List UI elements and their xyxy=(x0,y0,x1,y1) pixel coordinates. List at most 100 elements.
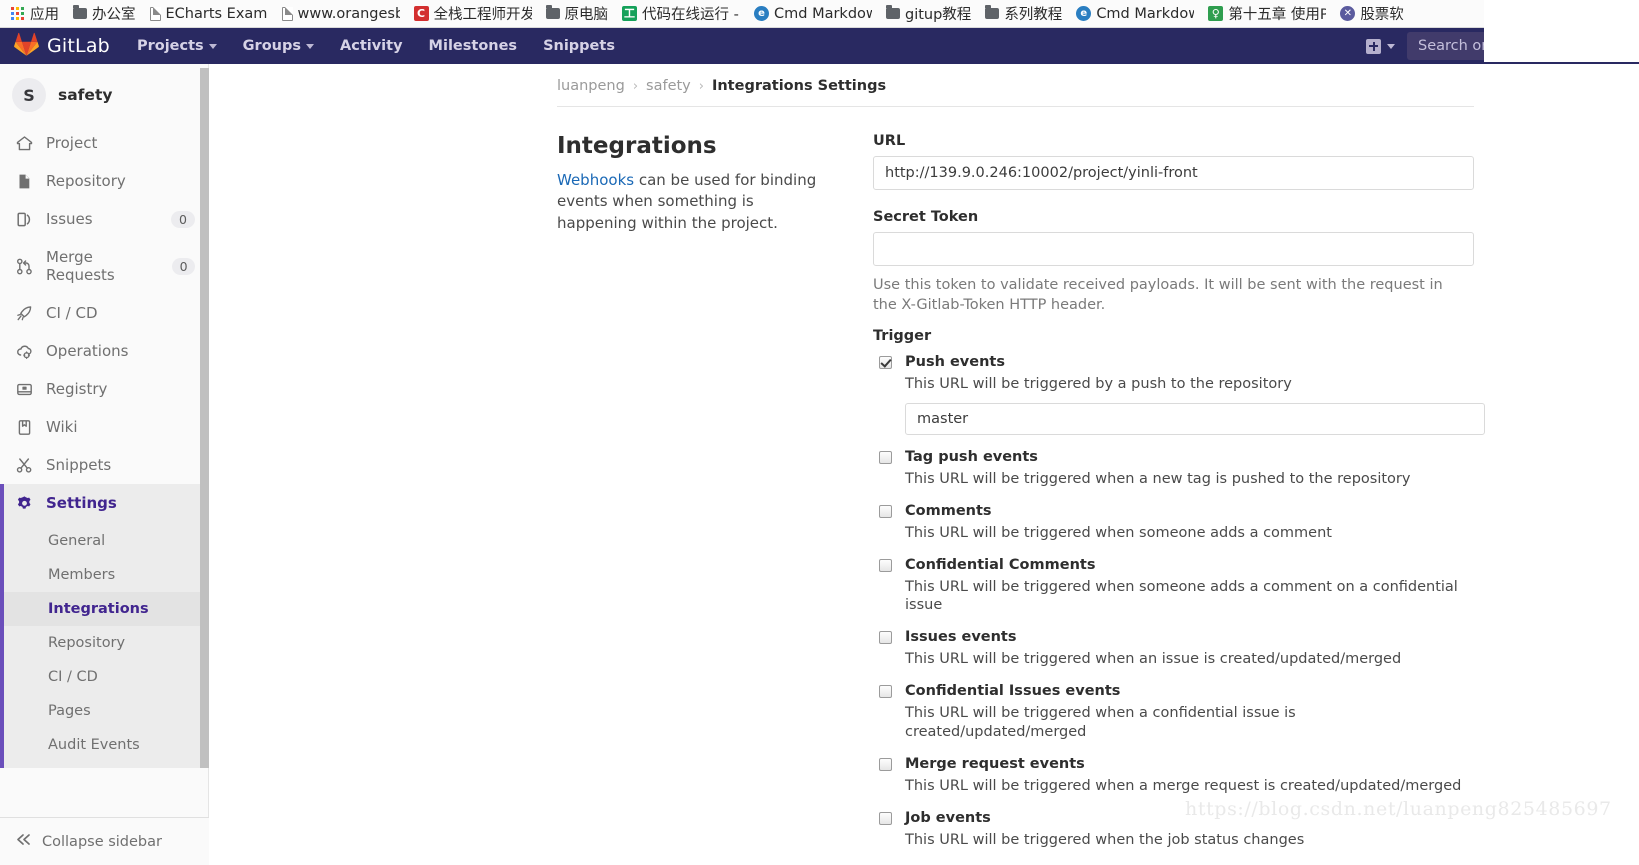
checkbox-merge-request-events[interactable] xyxy=(879,758,892,772)
sidebar-subitem-members[interactable]: Members xyxy=(0,558,209,592)
navbar-link-label: Snippets xyxy=(543,38,615,54)
bookmark-item[interactable]: 系列教程 xyxy=(978,1,1069,26)
url-input[interactable] xyxy=(873,156,1474,190)
checkbox-comments[interactable] xyxy=(879,504,892,518)
trigger-texts: Job events This URL will be triggered whe… xyxy=(905,809,1474,850)
trigger-row: Comments This URL will be triggered when … xyxy=(873,502,1474,543)
sidebar-subitem-ci-cd[interactable]: CI / CD xyxy=(0,660,209,694)
navbar-link-label: Groups xyxy=(242,38,302,54)
bookmark-label: gitup教程 xyxy=(905,7,972,23)
bookmark-label: 代码在线运行 - 在 xyxy=(642,7,740,23)
project-header[interactable]: S safety xyxy=(0,64,209,124)
new-item-button[interactable] xyxy=(1358,33,1403,60)
trigger-row: Issues events This URL will be triggered … xyxy=(873,628,1474,669)
trigger-description: This URL will be triggered when someone … xyxy=(905,578,1458,614)
collapse-sidebar-label: Collapse sidebar xyxy=(42,833,162,850)
bookmark-label: Cmd Markdown xyxy=(1096,5,1194,22)
navbar-link-label: Milestones xyxy=(428,38,518,54)
sidebar-subitem-integrations[interactable]: Integrations xyxy=(0,592,209,626)
bookmark-item[interactable]: ✕ 股票软 xyxy=(1333,1,1411,26)
trigger-row: Confidential Issues events This URL will … xyxy=(873,682,1474,742)
sidebar-item-registry[interactable]: Registry xyxy=(0,370,209,408)
bookmark-item[interactable]: gitup教程 xyxy=(879,1,978,26)
collapse-sidebar-button[interactable]: Collapse sidebar xyxy=(0,817,209,865)
bookmark-item[interactable]: 应用 xyxy=(4,1,66,26)
breadcrumb-item-luanpeng[interactable]: luanpeng xyxy=(557,78,625,94)
checkbox-confidential-comments[interactable] xyxy=(879,558,892,572)
sidebar-item-badge: 0 xyxy=(171,257,195,275)
navbar-links: Projects Groups Activity Milestones Snippets xyxy=(124,30,628,62)
sidebar-subitem-repository[interactable]: Repository xyxy=(0,626,209,660)
sidebar-scrollbar-thumb[interactable] xyxy=(200,68,209,768)
integrations-settings-section: Integrations Webhooks can be used for bi… xyxy=(209,107,1639,865)
checkbox-tag-push-events[interactable] xyxy=(879,450,892,464)
sidebar-item-label: Settings xyxy=(46,494,117,512)
checkbox-job-events[interactable] xyxy=(879,812,892,826)
bookmark-item[interactable]: 办公室 xyxy=(66,1,143,26)
secret-token-input[interactable] xyxy=(873,232,1474,266)
trigger-row: Tag push events This URL will be triggere… xyxy=(873,448,1474,489)
sidebar-item-label: Registry xyxy=(46,380,108,398)
bookmark-item[interactable]: C 全栈工程师开发手 xyxy=(407,1,539,26)
sidebar-subitem-general[interactable]: General xyxy=(0,524,209,558)
sidebar-subitem-audit-events[interactable]: Audit Events xyxy=(0,728,209,762)
file-icon xyxy=(16,173,33,190)
trigger-title[interactable]: Issues events xyxy=(905,628,1474,646)
breadcrumb: luanpeng › safety › Integrations Settings xyxy=(209,64,1639,106)
sidebar-item-wiki[interactable]: Wiki xyxy=(0,408,209,446)
navbar-link-label: Activity xyxy=(340,38,403,54)
breadcrumb-item-safety[interactable]: safety xyxy=(646,78,691,94)
bookmark-item[interactable]: 工代码在线运行 - 在 xyxy=(615,1,747,26)
trigger-title[interactable]: Confidential Comments xyxy=(905,556,1474,574)
navbar-link-snippets[interactable]: Snippets xyxy=(530,30,628,62)
trigger-title[interactable]: Job events xyxy=(905,809,1474,827)
sidebar-item-operations[interactable]: Operations xyxy=(0,332,209,370)
bookmark-item[interactable]: e Cmd Markdown xyxy=(1069,4,1201,24)
trigger-title[interactable]: Merge request events xyxy=(905,755,1474,773)
navbar-link-milestones[interactable]: Milestones xyxy=(416,30,531,62)
sidebar-subitem-pages[interactable]: Pages xyxy=(0,694,209,728)
webhooks-link[interactable]: Webhooks xyxy=(557,171,634,189)
bookmark-item[interactable]: e Cmd Markdown xyxy=(747,4,879,24)
checkbox-confidential-issues-events[interactable] xyxy=(879,685,892,699)
trigger-row: Job events This URL will be triggered whe… xyxy=(873,809,1474,850)
navbar-link-activity[interactable]: Activity xyxy=(327,30,416,62)
book-icon xyxy=(16,419,33,436)
push-events-branch-input[interactable] xyxy=(905,402,1485,435)
sidebar-item-issues[interactable]: Issues 0 xyxy=(0,200,209,238)
bookmark-item[interactable]: www.orangesbo xyxy=(275,4,407,24)
page-icon xyxy=(149,6,161,21)
navbar-link-groups[interactable]: Groups xyxy=(230,30,327,62)
sidebar-item-ci-cd[interactable]: CI / CD xyxy=(0,294,209,332)
checkbox-push-events[interactable] xyxy=(879,355,892,369)
bookmark-label: 第十五章 使用Pro xyxy=(1228,7,1326,23)
sidebar-item-settings[interactable]: Settings xyxy=(0,484,209,522)
sidebar-item-snippets[interactable]: Snippets xyxy=(0,446,209,484)
issues-icon xyxy=(16,211,33,228)
bookmark-item[interactable]: 原电脑 xyxy=(539,1,616,26)
sidebar-item-repository[interactable]: Repository xyxy=(0,162,209,200)
sidebar-item-project[interactable]: Project xyxy=(0,124,209,162)
sidebar-item-label: Issues xyxy=(46,210,93,228)
trigger-title[interactable]: Confidential Issues events xyxy=(905,682,1474,700)
trigger-title[interactable]: Comments xyxy=(905,502,1474,520)
trigger-title[interactable]: Push events xyxy=(905,353,1485,371)
sidebar-item-merge-requests[interactable]: Merge Requests 0 xyxy=(0,238,209,294)
gitlab-home-link[interactable]: GitLab xyxy=(0,32,124,60)
scissors-icon xyxy=(16,457,33,474)
leaf-icon: ♀ xyxy=(1208,6,1224,21)
checkbox-issues-events[interactable] xyxy=(879,631,892,645)
bookmark-item[interactable]: ♀ 第十五章 使用Pro xyxy=(1201,1,1333,26)
trigger-title[interactable]: Tag push events xyxy=(905,448,1474,466)
trigger-description: This URL will be triggered when a confid… xyxy=(905,705,1296,741)
home-icon xyxy=(16,135,33,152)
breadcrumb-separator: › xyxy=(632,78,639,94)
navbar-link-projects[interactable]: Projects xyxy=(124,30,230,62)
bookmark-label: 系列教程 xyxy=(1004,7,1063,23)
bookmark-item[interactable]: ECharts Example xyxy=(143,4,275,24)
trigger-label: Trigger xyxy=(873,327,932,344)
chevron-down-icon xyxy=(306,43,315,49)
main-content: luanpeng › safety › Integrations Settings In… xyxy=(209,64,1639,865)
chevron-down-icon xyxy=(208,43,217,49)
secret-token-help: Use this token to validate received payl… xyxy=(873,277,1443,314)
